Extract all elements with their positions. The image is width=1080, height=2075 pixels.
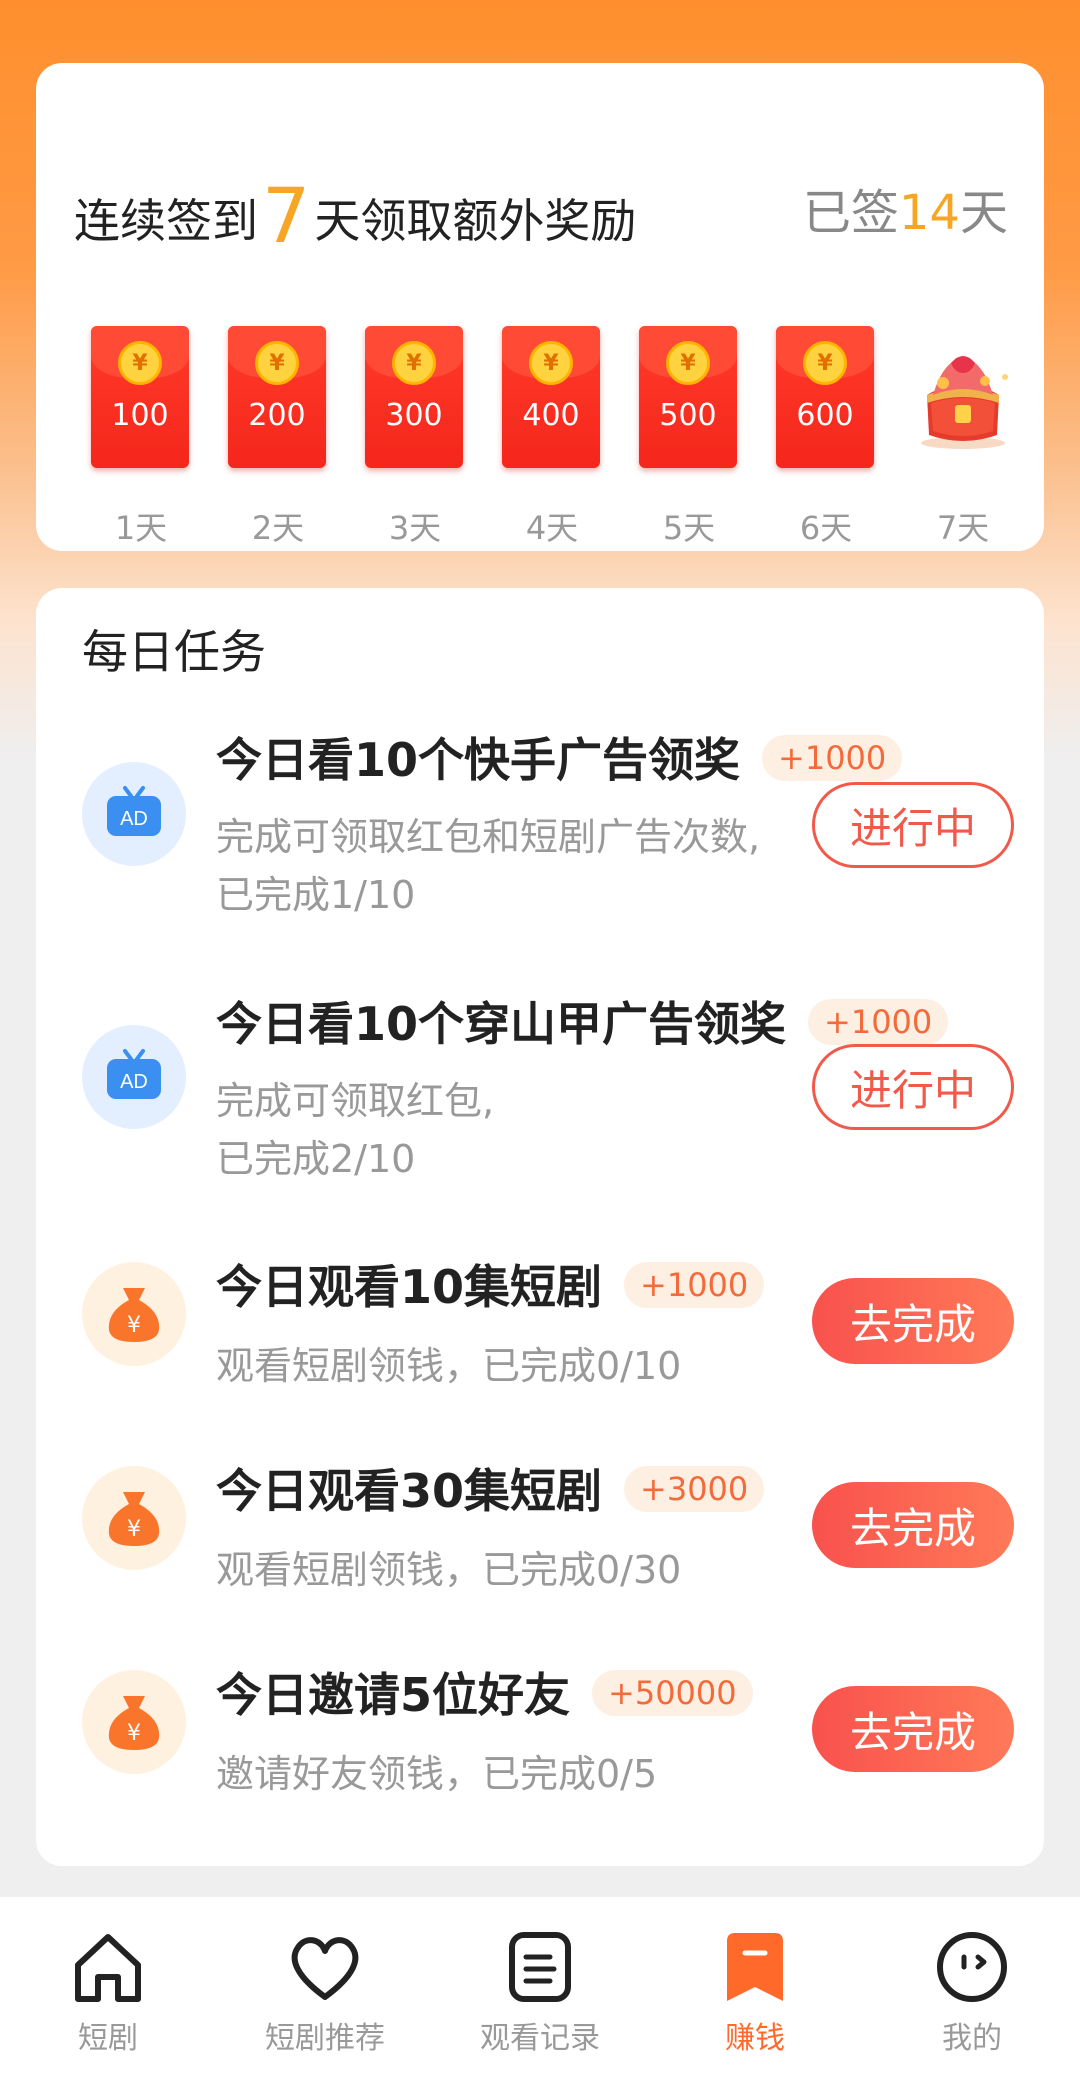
- coin-icon: ¥: [803, 341, 847, 385]
- task-description: 完成可领取红包,: [216, 1079, 495, 1123]
- coin-icon: ¥: [529, 341, 573, 385]
- in-progress-button[interactable]: 进行中: [812, 1044, 1014, 1130]
- signed-days-number: 14: [898, 185, 960, 241]
- task-title: 今日观看10集短剧 +1000: [216, 1251, 765, 1317]
- in-progress-button[interactable]: 进行中: [812, 782, 1014, 868]
- day-label: 1天: [114, 509, 168, 547]
- day-label: 2天: [251, 509, 305, 547]
- task-description: 完成可领取红包和短剧广告次数,: [216, 815, 761, 859]
- task-title: 今日邀请5位好友 +50000: [216, 1659, 753, 1725]
- svg-text:¥: ¥: [127, 1517, 141, 1542]
- ad-tv-icon: AD: [82, 1025, 186, 1129]
- nav-label: 我的: [942, 2021, 1002, 2056]
- day-label: 6天: [799, 509, 853, 547]
- go-complete-button[interactable]: 去完成: [812, 1278, 1014, 1364]
- red-packet-icon: ¥ 400: [502, 326, 600, 468]
- daily-tasks-card: 每日任务 AD 今日看10个快手广告领奖 +1000 完成可领取红包和短剧广告次数…: [36, 588, 1044, 1866]
- bottom-nav: 短剧 短剧推荐 观看记录 赚钱 我的: [0, 1897, 1080, 2075]
- signed-prefix: 已签: [802, 185, 899, 241]
- svg-text:AD: AD: [120, 1071, 148, 1093]
- coin-icon: ¥: [392, 341, 436, 385]
- svg-text:¥: ¥: [127, 1313, 141, 1338]
- task-title: 今日看10个穿山甲广告领奖 +1000: [216, 988, 949, 1054]
- bookmark-icon: [727, 1933, 783, 2001]
- task-description: 邀请好友领钱，已完成0/5: [216, 1752, 658, 1796]
- nav-label: 观看记录: [480, 2021, 600, 2056]
- checkin-card: 连续签到 7 天领取额外奖励 已签14天 ¥ 100 1天 ¥ 200 2天 ¥…: [36, 63, 1044, 551]
- face-icon: [937, 1932, 1007, 2002]
- daily-tasks-title: 每日任务: [82, 625, 266, 679]
- day-label: 4天: [525, 509, 579, 547]
- packet-value: 400: [522, 398, 580, 433]
- checkin-days-row: ¥ 100 1天 ¥ 200 2天 ¥ 300 3天 ¥ 400 4天 ¥ 50…: [91, 263, 1021, 553]
- home-icon: [75, 1934, 141, 2002]
- go-complete-button[interactable]: 去完成: [812, 1482, 1014, 1568]
- task-title: 今日观看30集短剧 +3000: [216, 1455, 765, 1521]
- list-icon: [509, 1932, 571, 2002]
- money-bag-icon: ¥: [82, 1466, 186, 1570]
- treasure-chest-icon: [921, 356, 1008, 449]
- nav-item-recommend[interactable]: 短剧推荐: [245, 1927, 405, 2057]
- heart-icon: [291, 1937, 359, 2000]
- checkin-title: 连续签到 7 天领取额外奖励: [74, 171, 637, 260]
- red-packet-icon: ¥ 600: [776, 326, 874, 468]
- coin-icon: ¥: [255, 341, 299, 385]
- reward-badge: +1000: [808, 998, 949, 1045]
- nav-item-history[interactable]: 观看记录: [460, 1927, 620, 2057]
- red-packet-icon: ¥ 300: [365, 326, 463, 468]
- packet-value: 100: [111, 398, 169, 433]
- day-label: 7天: [936, 509, 990, 547]
- nav-item-earn[interactable]: 赚钱: [675, 1927, 835, 2057]
- go-complete-button[interactable]: 去完成: [812, 1686, 1014, 1772]
- nav-label: 赚钱: [725, 2021, 785, 2056]
- task-title: 今日看10个快手广告领奖 +1000: [216, 724, 903, 790]
- reward-badge: +1000: [624, 1261, 765, 1308]
- packet-value: 600: [796, 398, 854, 433]
- checkin-title-prefix: 连续签到: [74, 194, 258, 248]
- coin-icon: ¥: [118, 341, 162, 385]
- day-label: 3天: [388, 509, 442, 547]
- reward-badge: +3000: [624, 1465, 765, 1512]
- coin-icon: ¥: [666, 341, 710, 385]
- signed-days-counter: 已签14天: [803, 173, 1008, 243]
- nav-label: 短剧推荐: [265, 2021, 385, 2056]
- nav-label: 短剧: [78, 2021, 138, 2056]
- reward-badge: +1000: [762, 734, 903, 781]
- checkin-title-suffix: 天领取额外奖励: [314, 194, 637, 248]
- red-packet-icon: ¥ 100: [91, 326, 189, 468]
- nav-item-short-drama[interactable]: 短剧: [28, 1927, 188, 2057]
- packet-value: 500: [659, 398, 717, 433]
- packet-value: 300: [385, 398, 443, 433]
- svg-text:AD: AD: [120, 808, 148, 830]
- svg-text:¥: ¥: [127, 1721, 141, 1746]
- red-packet-icon: ¥ 200: [228, 326, 326, 468]
- task-progress: 已完成1/10: [216, 873, 416, 917]
- nav-item-mine[interactable]: 我的: [892, 1927, 1052, 2057]
- reward-badge: +50000: [592, 1669, 753, 1716]
- red-packet-icon: ¥ 500: [639, 326, 737, 468]
- packet-value: 200: [248, 398, 306, 433]
- money-bag-icon: ¥: [82, 1670, 186, 1774]
- task-description: 观看短剧领钱，已完成0/10: [216, 1344, 682, 1388]
- signed-suffix: 天: [959, 185, 1008, 241]
- task-progress: 已完成2/10: [216, 1137, 416, 1181]
- checkin-title-days: 7: [262, 171, 311, 260]
- day-label: 5天: [662, 509, 716, 547]
- task-description: 观看短剧领钱，已完成0/30: [216, 1548, 682, 1592]
- ad-tv-icon: AD: [82, 762, 186, 866]
- money-bag-icon: ¥: [82, 1262, 186, 1366]
